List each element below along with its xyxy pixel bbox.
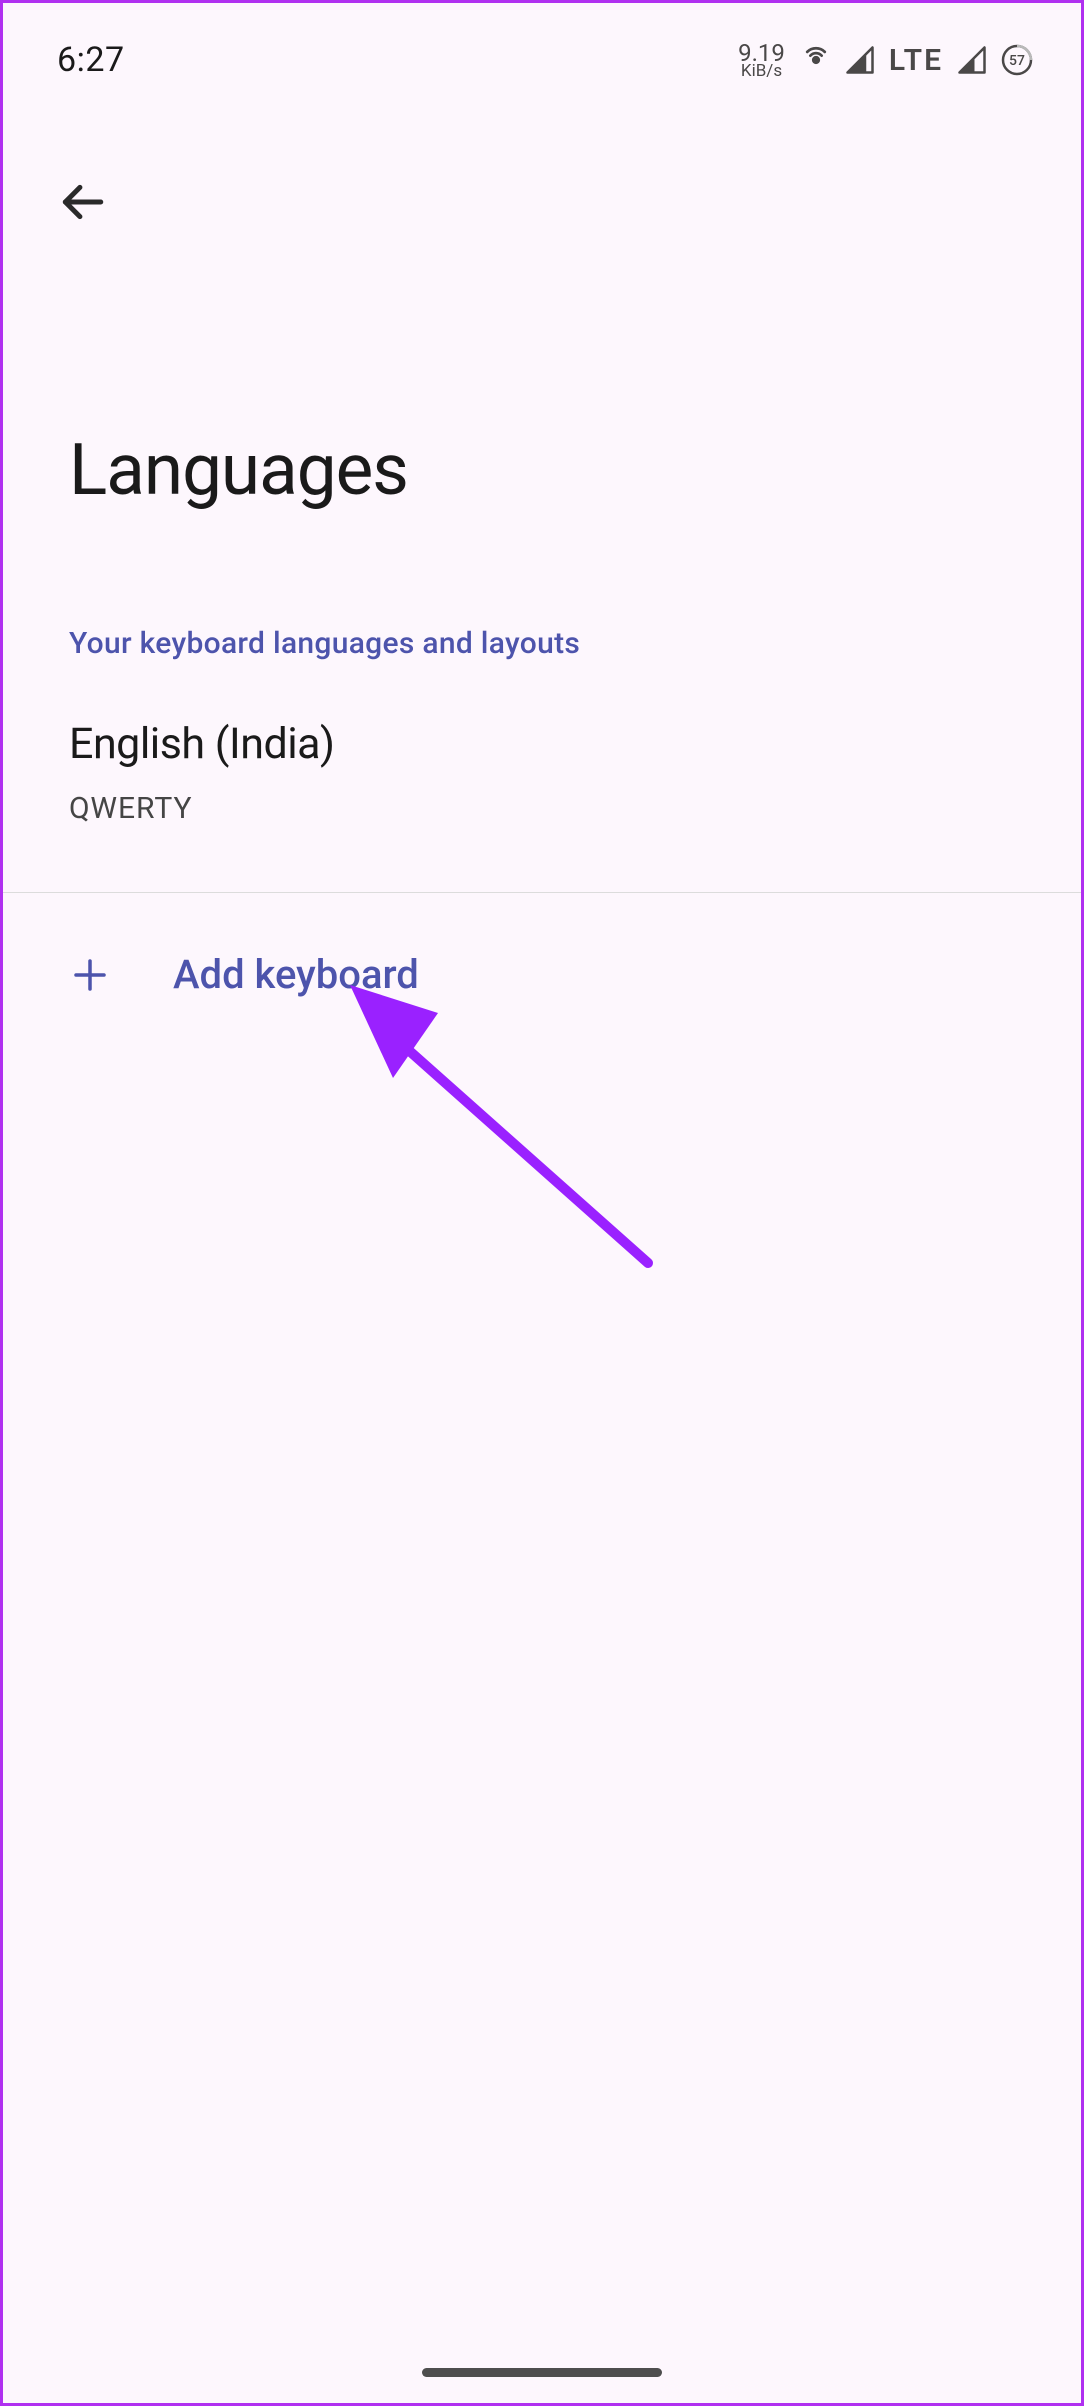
hotspot-icon xyxy=(801,45,831,75)
arrow-left-icon xyxy=(57,177,107,227)
status-bar: 6:27 9.19 KiB/s LTE xyxy=(3,3,1081,83)
nav-gesture-bar[interactable] xyxy=(422,2368,662,2377)
signal-icon-2 xyxy=(957,45,987,75)
plus-icon xyxy=(69,954,111,996)
language-layout: QWERTY xyxy=(69,791,1015,826)
status-time: 6:27 xyxy=(57,40,125,80)
section-subtitle: Your keyboard languages and layouts xyxy=(69,626,1015,661)
language-item[interactable]: English (India) QWERTY xyxy=(69,719,1015,884)
add-keyboard-label: Add keyboard xyxy=(173,951,419,998)
battery-icon: 57 xyxy=(1001,44,1033,76)
status-network-lte: LTE xyxy=(889,43,943,78)
signal-icon xyxy=(845,45,875,75)
svg-text:57: 57 xyxy=(1009,53,1025,69)
language-name: English (India) xyxy=(69,719,1015,769)
add-keyboard-button[interactable]: Add keyboard xyxy=(3,893,1081,1056)
page-title: Languages xyxy=(69,429,1015,512)
status-data-rate: 9.19 KiB/s xyxy=(738,41,785,80)
status-right: 9.19 KiB/s LTE xyxy=(738,41,1033,80)
status-data-unit: KiB/s xyxy=(741,63,782,80)
back-button[interactable] xyxy=(53,173,111,231)
